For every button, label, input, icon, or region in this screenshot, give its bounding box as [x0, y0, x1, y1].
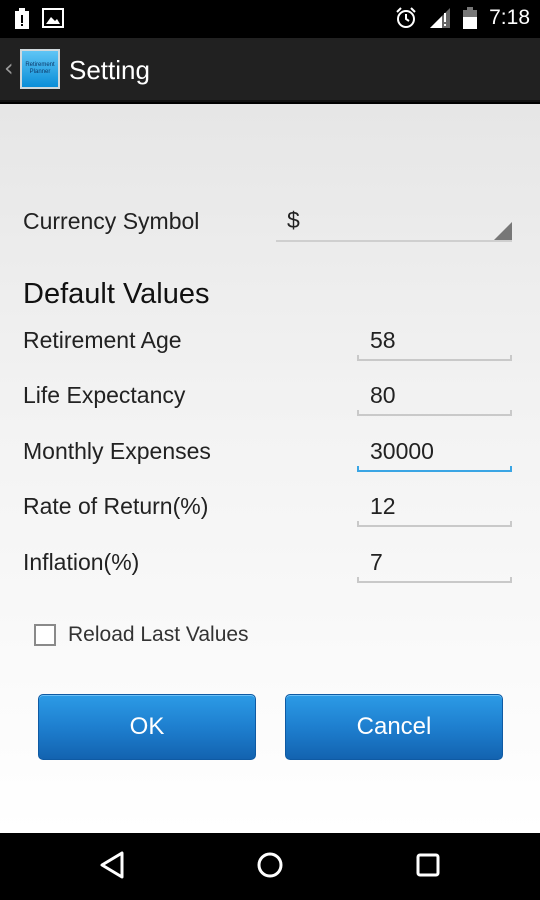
inflation-value: 7: [370, 549, 383, 575]
monthly-expenses-label: Monthly Expenses: [23, 438, 211, 464]
settings-content: Currency Symbol $ Default Values Retirem…: [0, 104, 540, 833]
retirement-age-label: Retirement Age: [23, 327, 182, 353]
life-expectancy-label: Life Expectancy: [23, 382, 186, 408]
cancel-button[interactable]: Cancel: [285, 694, 503, 760]
ok-button[interactable]: OK: [38, 694, 256, 760]
monthly-expenses-input[interactable]: 30000: [357, 434, 512, 472]
currency-symbol-value: $: [287, 207, 300, 233]
reload-last-values-row[interactable]: Reload Last Values: [34, 623, 249, 647]
app-icon[interactable]: Retirement Planner: [20, 49, 60, 89]
app-icon-text: Retirement Planner: [25, 62, 55, 75]
image-icon: [42, 8, 64, 28]
page-title: Setting: [69, 55, 150, 85]
home-icon[interactable]: [255, 850, 285, 880]
clock-time: 7:18: [489, 6, 530, 29]
monthly-expenses-value: 30000: [370, 438, 434, 464]
retirement-age-input[interactable]: 58: [357, 323, 512, 361]
recent-apps-icon[interactable]: [413, 850, 443, 880]
currency-symbol-dropdown[interactable]: $: [276, 202, 512, 242]
section-title-default-values: Default Values: [23, 278, 210, 310]
back-icon[interactable]: [98, 850, 128, 880]
back-chevron-icon[interactable]: ‹: [4, 54, 14, 82]
dropdown-arrow-icon: [494, 222, 512, 240]
action-bar: ‹ Retirement Planner Setting: [0, 38, 540, 102]
battery-icon: [463, 7, 478, 29]
life-expectancy-input[interactable]: 80: [357, 378, 512, 416]
navigation-bar: [0, 833, 540, 900]
signal-icon: [430, 8, 451, 28]
retirement-age-value: 58: [370, 327, 396, 353]
alarm-icon: [396, 7, 416, 28]
rate-of-return-label: Rate of Return(%): [23, 493, 209, 519]
currency-symbol-label: Currency Symbol: [23, 208, 200, 234]
inflation-label: Inflation(%): [23, 549, 140, 575]
inflation-input[interactable]: 7: [357, 545, 512, 583]
rate-of-return-value: 12: [370, 493, 396, 519]
life-expectancy-value: 80: [370, 382, 396, 408]
reload-last-values-checkbox[interactable]: [34, 624, 56, 646]
status-bar: 7:18: [0, 0, 540, 38]
reload-last-values-label[interactable]: Reload Last Values: [68, 623, 249, 647]
battery-alert-icon: [15, 8, 29, 29]
rate-of-return-input[interactable]: 12: [357, 489, 512, 527]
